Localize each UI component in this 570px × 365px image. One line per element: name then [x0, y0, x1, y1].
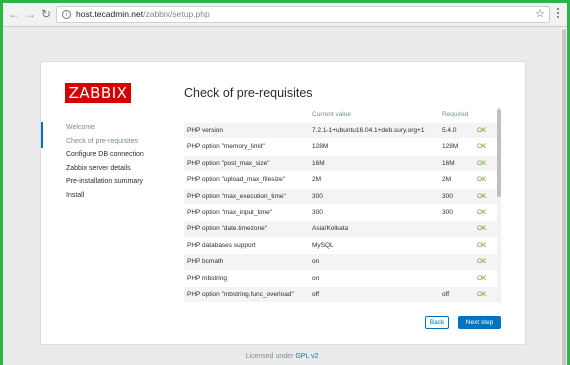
url-path: /zabbix/setup.php [143, 9, 210, 19]
setup-card: ZABBIX Check of pre-requisites Welcome C… [40, 61, 526, 345]
table-scrollbar[interactable] [497, 107, 501, 303]
row-status: OK [477, 176, 487, 184]
reload-icon[interactable]: ↻ [39, 7, 53, 21]
row-current-value: 16M [312, 159, 325, 167]
license-text: Licensed under [245, 353, 296, 360]
row-status: OK [477, 208, 487, 216]
row-status: OK [477, 290, 487, 298]
table-row: PHP bcmath on OK [184, 254, 497, 271]
table-row: PHP option "memory_limit" 128M 128M OK [184, 139, 497, 156]
zabbix-logo: ZABBIX [65, 83, 131, 103]
row-current-value: off [312, 290, 320, 298]
header-current-value: Current value [312, 111, 352, 118]
table-row: PHP option "max_execution_time" 300 300 OK [184, 188, 497, 205]
browser-toolbar: ← → ↻ i host.tecadmin.net/zabbix/setup.p… [3, 3, 567, 27]
row-name: PHP option "post_max_size" [187, 159, 270, 167]
back-button[interactable]: Back [425, 316, 449, 329]
row-name: PHP option "mbstring.func_overload" [187, 290, 294, 298]
row-current-value: Asia/Kolkata [312, 225, 349, 233]
setup-steps: Welcome Check of pre-requisites Configur… [41, 121, 161, 202]
prerequisites-table[interactable]: Current value Required PHP version 7.2.1-… [184, 107, 497, 303]
row-name: PHP option "max_input_time" [187, 208, 273, 216]
row-name: PHP option "upload_max_filesize" [187, 176, 286, 184]
vertical-dots-menu-icon[interactable] [553, 8, 563, 20]
row-required-value: off [442, 290, 450, 298]
row-status: OK [477, 143, 487, 151]
next-step-button[interactable]: Next step [458, 316, 501, 329]
row-status: OK [477, 274, 487, 282]
star-icon[interactable]: ☆ [535, 8, 545, 21]
row-current-value: on [312, 258, 320, 266]
row-current-value: 300 [312, 192, 323, 200]
row-name: PHP databases support [187, 241, 256, 249]
row-name: PHP mbstring [187, 274, 227, 282]
row-name: PHP option "date.timezone" [187, 225, 268, 233]
row-required-value: 2M [442, 176, 452, 184]
table-row: PHP mbstring on OK [184, 271, 497, 287]
row-name: PHP option "memory_limit" [187, 143, 265, 151]
row-required-value: 300 [442, 208, 453, 216]
license-footer: Licensed under GPL v2 [3, 353, 561, 360]
browser-window: ← → ↻ i host.tecadmin.net/zabbix/setup.p… [0, 0, 570, 365]
address-bar[interactable]: i host.tecadmin.net/zabbix/setup.php ☆ [56, 6, 550, 23]
row-current-value: 7.2.1-1+ubuntu16.04.1+deb.sury.org+1 [312, 127, 425, 134]
row-name: PHP option "max_execution_time" [187, 192, 286, 200]
row-name: PHP version [187, 127, 224, 134]
step-check-prerequisites: Check of pre-requisites [41, 121, 161, 149]
page-scrollbar[interactable] [561, 27, 567, 365]
table-row: PHP option "max_input_time" 300 300 OK [184, 205, 497, 222]
url-host: host.tecadmin.net [76, 9, 144, 19]
row-required-value: 128M [442, 143, 459, 151]
step-install: Install [66, 191, 85, 199]
row-status: OK [477, 192, 487, 200]
row-required-value: 5.4.0 [442, 127, 457, 134]
table-scrollbar-thumb[interactable] [497, 109, 501, 197]
gpl-link[interactable]: GPL v2 [295, 353, 318, 360]
row-required-value: 16M [442, 159, 455, 167]
row-status: OK [477, 159, 487, 167]
table-row: PHP option "upload_max_filesize" 2M 2M OK [184, 172, 497, 189]
table-row: PHP option "post_max_size" 16M 16M OK [184, 155, 497, 173]
row-status: OK [477, 241, 487, 249]
table-row: PHP option "mbstring.func_overload" off of… [184, 286, 497, 303]
table-row: PHP option "date.timezone" Asia/Kolkata OK [184, 221, 497, 238]
header-required: Required [442, 111, 469, 118]
table-header: Current value Required [184, 107, 497, 123]
back-arrow-icon[interactable]: ← [7, 7, 21, 21]
step-welcome: Welcome [66, 124, 96, 131]
row-current-value: on [312, 274, 320, 282]
page-title: Check of pre-requisites [184, 86, 313, 100]
table-row: PHP version 7.2.1-1+ubuntu16.04.1+deb.sur… [184, 123, 497, 140]
row-name: PHP bcmath [187, 258, 224, 266]
table-row: PHP databases support MySQL OK [184, 238, 497, 255]
row-current-value: 300 [312, 208, 323, 216]
url-text[interactable]: host.tecadmin.net/zabbix/setup.php [76, 9, 210, 19]
row-required-value: 300 [442, 192, 453, 200]
row-status: OK [477, 225, 487, 233]
page-scrollbar-thumb[interactable] [562, 29, 566, 365]
step-server-details: Zabbix server details [66, 164, 131, 172]
row-status: OK [477, 127, 487, 134]
step-preinstall-summary: Pre-installation summary [66, 178, 144, 185]
table-body: PHP version 7.2.1-1+ubuntu16.04.1+deb.sur… [184, 123, 497, 303]
step-configure-db: Configure DB connection [66, 151, 144, 158]
row-current-value: 128M [312, 143, 329, 151]
row-current-value: MySQL [312, 241, 334, 249]
row-status: OK [477, 258, 487, 266]
info-icon[interactable]: i [62, 10, 71, 19]
forward-arrow-icon[interactable]: → [23, 7, 37, 21]
row-current-value: 2M [312, 176, 322, 184]
